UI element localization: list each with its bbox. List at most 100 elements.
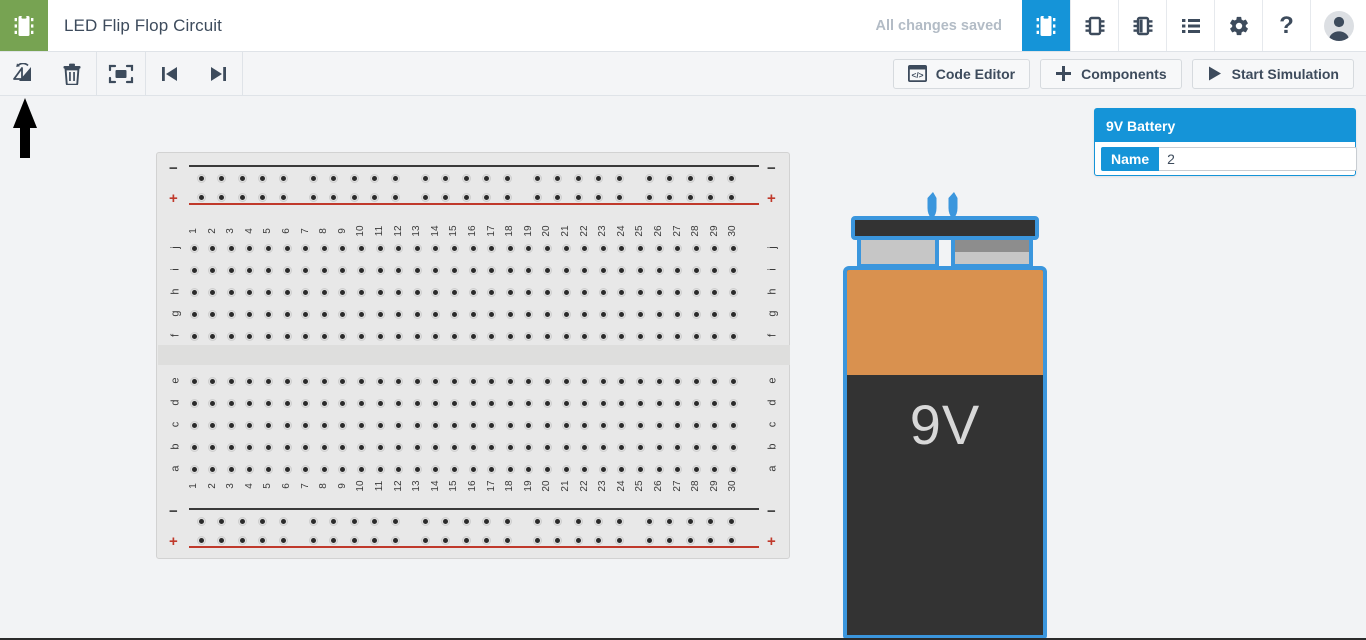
- breadboard-hole[interactable]: [524, 287, 534, 297]
- breadboard-hole[interactable]: [710, 442, 720, 452]
- breadboard-hole[interactable]: [598, 243, 608, 253]
- rail-hole-plus-bottom[interactable]: [482, 535, 491, 545]
- breadboard-hole[interactable]: [617, 331, 627, 341]
- breadboard-hole[interactable]: [505, 287, 515, 297]
- rail-hole-minus-bottom[interactable]: [390, 516, 400, 526]
- rail-hole-minus-bottom[interactable]: [482, 516, 491, 526]
- breadboard-hole[interactable]: [635, 243, 645, 253]
- breadboard-hole[interactable]: [580, 442, 590, 452]
- breadboard-hole[interactable]: [598, 442, 608, 452]
- rail-hole-plus-bottom[interactable]: [196, 535, 206, 545]
- breadboard-hole[interactable]: [468, 331, 478, 341]
- rail-hole-plus-top[interactable]: [420, 192, 430, 202]
- breadboard-hole[interactable]: [542, 243, 552, 253]
- breadboard-hole[interactable]: [245, 309, 255, 319]
- breadboard-hole[interactable]: [226, 331, 236, 341]
- breadboard-hole[interactable]: [263, 442, 273, 452]
- breadboard-hole[interactable]: [375, 331, 385, 341]
- rail-hole-plus-bottom[interactable]: [349, 535, 359, 545]
- rail-hole-plus-top[interactable]: [726, 192, 736, 202]
- 9v-battery-component[interactable]: 9V: [841, 192, 1049, 639]
- breadboard-hole[interactable]: [189, 309, 199, 319]
- rail-hole-plus-top[interactable]: [482, 192, 491, 202]
- breadboard-hole[interactable]: [635, 265, 645, 275]
- rail-hole-plus-bottom[interactable]: [665, 535, 674, 545]
- breadboard-hole[interactable]: [654, 398, 664, 408]
- breadboard-hole[interactable]: [487, 265, 497, 275]
- breadboard-hole[interactable]: [412, 442, 422, 452]
- breadboard-hole[interactable]: [301, 309, 311, 319]
- breadboard-hole[interactable]: [375, 398, 385, 408]
- breadboard-hole[interactable]: [412, 287, 422, 297]
- breadboard-hole[interactable]: [226, 376, 236, 386]
- breadboard-hole[interactable]: [338, 331, 348, 341]
- breadboard-hole[interactable]: [226, 464, 236, 474]
- breadboard-hole[interactable]: [580, 287, 590, 297]
- breadboard-hole[interactable]: [282, 420, 292, 430]
- breadboard-hole[interactable]: [635, 442, 645, 452]
- rail-hole-plus-top[interactable]: [502, 192, 512, 202]
- breadboard-hole[interactable]: [208, 243, 218, 253]
- breadboard-hole[interactable]: [412, 265, 422, 275]
- breadboard-hole[interactable]: [691, 398, 701, 408]
- breadboard-hole[interactable]: [263, 243, 273, 253]
- breadboard-hole[interactable]: [524, 331, 534, 341]
- breadboard-hole[interactable]: [728, 287, 738, 297]
- breadboard-hole[interactable]: [208, 265, 218, 275]
- breadboard-hole[interactable]: [189, 464, 199, 474]
- breadboard-hole[interactable]: [728, 265, 738, 275]
- breadboard-hole[interactable]: [654, 265, 664, 275]
- breadboard-hole[interactable]: [505, 243, 515, 253]
- breadboard-hole[interactable]: [505, 420, 515, 430]
- breadboard-hole[interactable]: [468, 376, 478, 386]
- breadboard-hole[interactable]: [487, 420, 497, 430]
- rail-hole-plus-bottom[interactable]: [726, 535, 736, 545]
- rail-hole-minus-top[interactable]: [614, 173, 624, 183]
- rail-hole-minus-bottom[interactable]: [370, 516, 379, 526]
- breadboard-hole[interactable]: [524, 243, 534, 253]
- breadboard-hole[interactable]: [561, 243, 571, 253]
- breadboard-hole[interactable]: [635, 376, 645, 386]
- breadboard-hole[interactable]: [580, 464, 590, 474]
- breadboard-hole[interactable]: [431, 376, 441, 386]
- breadboard-hole[interactable]: [356, 243, 366, 253]
- breadboard-hole[interactable]: [375, 420, 385, 430]
- properties-panel[interactable]: 9V Battery Name: [1094, 108, 1358, 176]
- rail-hole-plus-top[interactable]: [665, 192, 674, 202]
- breadboard-hole[interactable]: [301, 265, 311, 275]
- breadboard-hole[interactable]: [319, 243, 329, 253]
- breadboard-hole[interactable]: [375, 287, 385, 297]
- breadboard-hole[interactable]: [394, 309, 404, 319]
- rail-hole-minus-bottom[interactable]: [237, 516, 247, 526]
- breadboard-hole[interactable]: [375, 376, 385, 386]
- breadboard-hole[interactable]: [580, 265, 590, 275]
- breadboard-hole[interactable]: [263, 287, 273, 297]
- breadboard-hole[interactable]: [505, 376, 515, 386]
- rail-hole-plus-top[interactable]: [644, 192, 654, 202]
- breadboard-hole[interactable]: [431, 464, 441, 474]
- rail-hole-minus-bottom[interactable]: [217, 516, 226, 526]
- breadboard-hole[interactable]: [282, 376, 292, 386]
- breadboard-hole[interactable]: [301, 376, 311, 386]
- breadboard-hole[interactable]: [431, 309, 441, 319]
- breadboard-hole[interactable]: [356, 331, 366, 341]
- breadboard-hole[interactable]: [691, 464, 701, 474]
- rail-hole-plus-top[interactable]: [614, 192, 624, 202]
- breadboard-hole[interactable]: [561, 398, 571, 408]
- breadboard-hole[interactable]: [245, 331, 255, 341]
- breadboard-hole[interactable]: [487, 442, 497, 452]
- breadboard-hole[interactable]: [301, 398, 311, 408]
- breadboard-hole[interactable]: [394, 287, 404, 297]
- breadboard-hole[interactable]: [468, 243, 478, 253]
- circuit-canvas[interactable]: − + − +1 2 3 4 5 6 7 8 9 10 11 12 13 14 15 16 17 18 19 20 21 22 2…: [0, 96, 1366, 639]
- breadboard-hole[interactable]: [542, 420, 552, 430]
- breadboard-hole[interactable]: [654, 331, 664, 341]
- breadboard-hole[interactable]: [561, 464, 571, 474]
- breadboard-hole[interactable]: [189, 398, 199, 408]
- rail-hole-plus-top[interactable]: [349, 192, 359, 202]
- breadboard-hole[interactable]: [673, 265, 683, 275]
- breadboard-hole[interactable]: [561, 309, 571, 319]
- breadboard-hole[interactable]: [673, 464, 683, 474]
- breadboard-hole[interactable]: [245, 398, 255, 408]
- rail-hole-plus-bottom[interactable]: [370, 535, 379, 545]
